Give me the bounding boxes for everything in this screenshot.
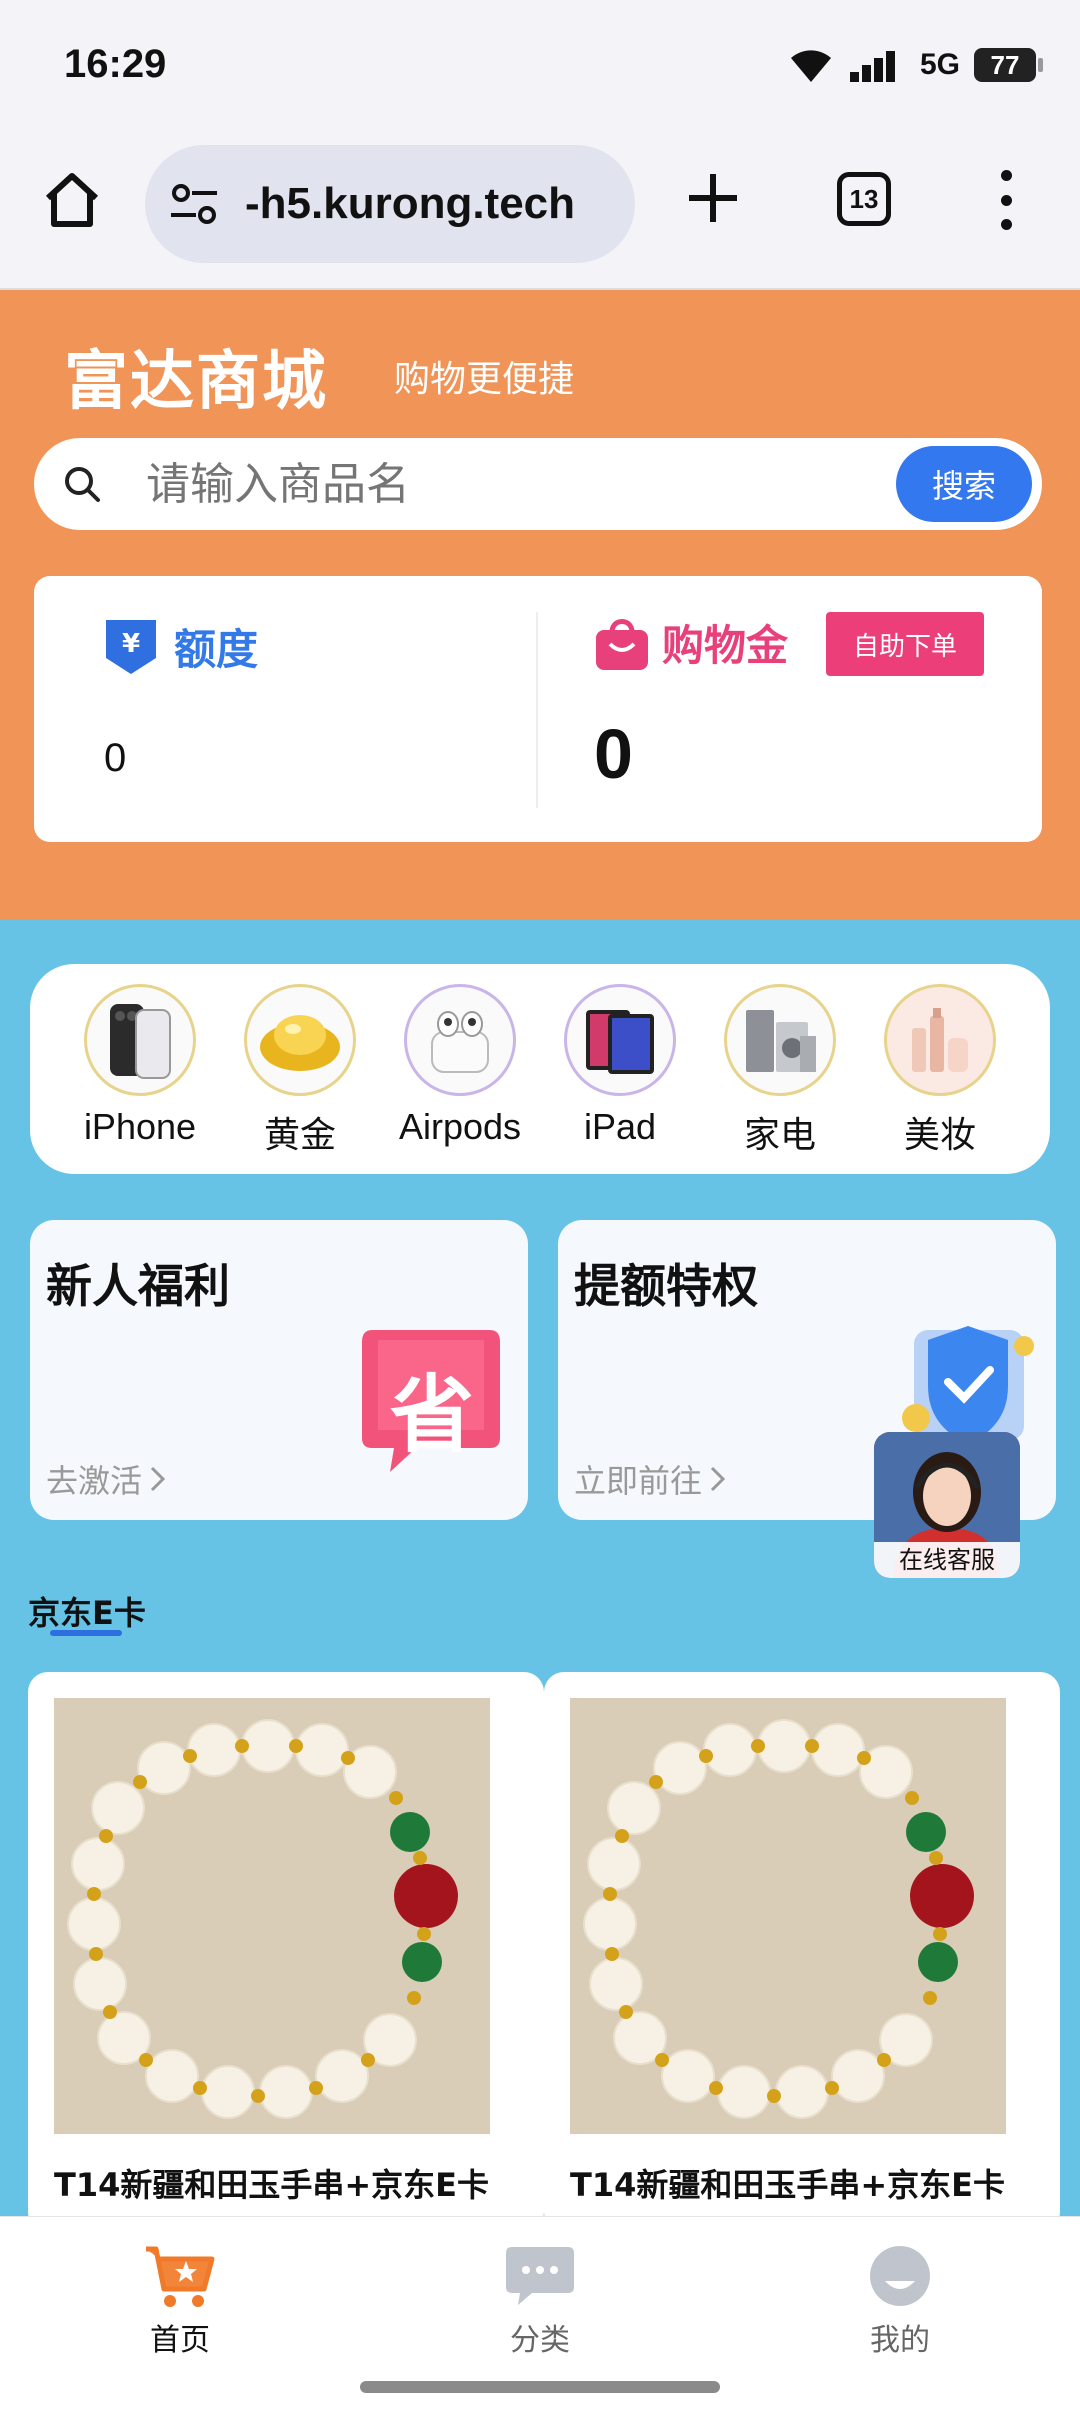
cart-star-icon [146,2246,215,2307]
status-bar: 16:29 5G 77 [0,0,1080,140]
promo-title: 提额特权 [574,1259,758,1313]
home-indicator[interactable] [360,2381,720,2393]
nav-label: 分类 [510,2323,570,2358]
search-bar: 搜索 [34,438,1042,530]
quota-value: 0 [104,736,127,780]
bottom-nav: 首页 分类 我的 [0,2216,1080,2412]
category-item-airpods[interactable]: Airpods [390,984,530,1174]
chat-bubble-icon [506,2247,574,2305]
status-time: 16:29 [64,42,167,86]
product-image [54,1698,490,2134]
category-item-ipad[interactable]: iPad [550,984,690,1174]
chevron-right-icon [150,1466,166,1492]
category-item-iphone[interactable]: iPhone [70,984,210,1174]
promo-title: 新人福利 [46,1259,230,1313]
product-name: T14新疆和田玉手串+京东E卡 [570,2166,1006,2204]
network-type: 5G [919,48,960,81]
gold-icon [244,984,356,1096]
home-icon[interactable] [40,168,104,232]
gold-value: 0 [594,715,633,793]
category-label: 黄金 [263,1114,336,1155]
signal-icon [849,51,895,82]
category-item-gold[interactable]: 黄金 [230,984,370,1174]
airpods-icon [404,984,516,1096]
store-header: 富达商城 购物更便捷 搜索 ¥ 额度 0 购物金 自助下单 0 [0,290,1080,920]
gold-header: 购物金 [594,612,788,673]
card-divider [536,612,538,808]
promo-link-label: 去激活 [46,1462,143,1500]
ipad-icon [564,984,676,1096]
shopping-bag-icon [596,618,648,670]
nav-item-profile[interactable]: 我的 [820,2243,980,2359]
nav-label: 我的 [870,2323,930,2358]
category-label: iPad [583,1106,657,1147]
product-name: T14新疆和田玉手串+京东E卡 [54,2166,490,2204]
search-input[interactable] [146,438,906,530]
more-menu-icon[interactable] [996,170,1016,230]
store-brand: 富达商城 [64,345,328,419]
store-slogan: 购物更便捷 [394,359,575,400]
online-support-label: 在线客服 [874,1542,1020,1578]
profile-icon [870,2246,930,2306]
product-card[interactable]: T14新疆和田玉手串+京东E卡 [28,1672,544,2232]
quota-header: ¥ 额度 [104,616,258,677]
wifi-icon [790,50,831,82]
iphone-icon [84,984,196,1096]
search-button[interactable]: 搜索 [896,446,1032,522]
appliance-icon [724,984,836,1096]
svg-text:¥: ¥ [122,629,140,659]
tab-switcher-button[interactable]: 13 [837,172,891,226]
battery-indicator: 77 [974,48,1043,82]
section-underline [50,1630,122,1636]
promo-link[interactable]: 去激活 [46,1456,168,1502]
yuan-shield-icon: ¥ [106,619,156,674]
nav-label: 首页 [150,2323,210,2358]
search-icon [65,467,100,502]
nav-item-home[interactable]: 首页 [100,2243,260,2359]
product-card[interactable]: T14新疆和田玉手串+京东E卡 [544,1672,1060,2232]
new-tab-icon[interactable] [683,168,743,228]
cosmetics-icon [884,984,996,1096]
category-label: Airpods [398,1106,522,1147]
section-title[interactable]: 京东E卡 [28,1588,146,1634]
chevron-right-icon [710,1466,726,1492]
account-card: ¥ 额度 0 购物金 自助下单 0 [34,576,1042,842]
promo-link-label: 立即前往 [574,1462,703,1500]
gold-label: 购物金 [662,621,789,670]
url-text: -h5.kurong.tech [245,179,576,228]
promo-card-newcomer[interactable]: 新人福利 省 去激活 [30,1220,528,1520]
status-icons: 5G 77 [786,46,1043,84]
online-support-button[interactable]: 在线客服 [874,1432,1020,1578]
address-bar[interactable]: -h5.kurong.tech [145,145,635,263]
category-strip: iPhone 黄金 Airpods iPad 家电 美妆 [30,964,1050,1174]
nav-item-category[interactable]: 分类 [460,2243,620,2359]
browser-toolbar: -h5.kurong.tech 13 [0,140,1080,290]
self-order-button[interactable]: 自助下单 [826,612,984,676]
category-label: 美妆 [903,1114,976,1155]
save-badge-label: 省 [389,1366,474,1464]
site-settings-icon[interactable] [167,177,221,231]
category-item-cosmetics[interactable]: 美妆 [870,984,1010,1174]
quota-label: 额度 [174,625,259,674]
category-item-appliance[interactable]: 家电 [710,984,850,1174]
product-image [570,1698,1006,2134]
category-label: iPhone [83,1106,197,1147]
promo-link[interactable]: 立即前往 [574,1456,728,1502]
category-label: 家电 [743,1114,816,1155]
